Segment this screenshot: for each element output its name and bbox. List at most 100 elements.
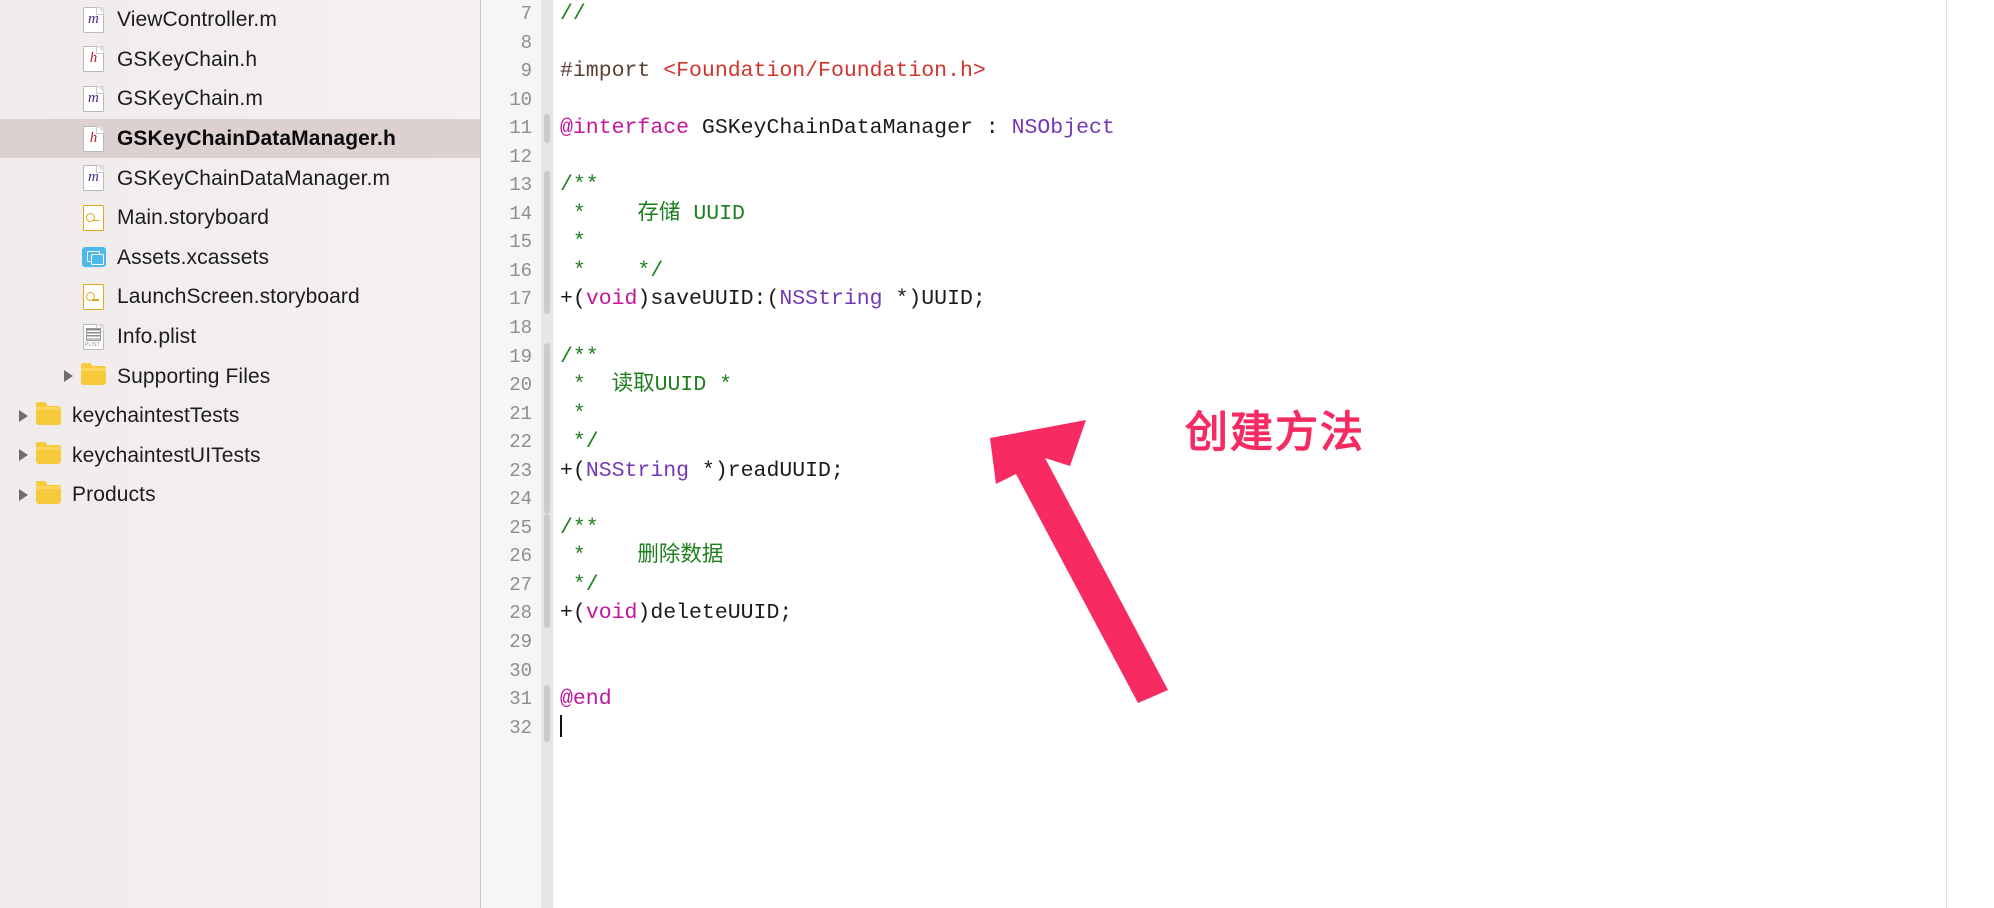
- code-token-string: <Foundation/Foundation.h>: [663, 59, 986, 84]
- code-token-comment: */: [560, 430, 599, 455]
- code-token-comment: /**: [560, 515, 599, 540]
- navigator-item-gskeychain-h[interactable]: h GSKeyChain.h: [0, 40, 481, 80]
- gutter-change-bar: [544, 171, 550, 315]
- folder-glyph: [81, 362, 106, 386]
- code-line[interactable]: /**: [560, 171, 1994, 200]
- code-line[interactable]: @interface GSKeyChainDataManager : NSObj…: [560, 114, 1994, 143]
- code-line[interactable]: /**: [560, 343, 1994, 372]
- code-token-plain: GSKeyChainDataManager :: [689, 116, 1012, 141]
- navigator-item-keychaintestuitests[interactable]: keychaintestUITests: [0, 436, 481, 476]
- code-line[interactable]: #import <Foundation/Foundation.h>: [560, 57, 1994, 86]
- code-token-comment: * 存储 UUID: [560, 201, 745, 226]
- navigator-item-info-plist[interactable]: PLIST Info.plist: [0, 317, 481, 357]
- line-number: 11: [509, 117, 532, 140]
- storyboard-glyph: [86, 289, 99, 303]
- file-type-letter: h: [89, 129, 98, 146]
- code-line[interactable]: *: [560, 400, 1994, 429]
- code-token-plain: +(: [560, 458, 586, 483]
- code-line[interactable]: * 删除数据: [560, 542, 1994, 571]
- navigator-item-gskeychaindatamanager-h[interactable]: h GSKeyChainDataManager.h: [0, 118, 481, 159]
- code-line[interactable]: +(void)saveUUID:(NSString *)UUID;: [560, 285, 1994, 314]
- folder-icon: [36, 480, 61, 510]
- disclosure-triangle-icon[interactable]: [10, 449, 36, 462]
- xcode-window: m ViewController.m h GSKeyChain.h m GSKeyChai…: [0, 0, 1994, 908]
- code-line[interactable]: [560, 143, 1994, 172]
- code-line[interactable]: [560, 628, 1994, 657]
- navigator-item-label: LaunchScreen.storyboard: [117, 285, 360, 309]
- navigator-item-label: GSKeyChainDataManager.m: [117, 166, 391, 190]
- code-token-kw: void: [585, 601, 638, 626]
- code-line[interactable]: [560, 657, 1994, 686]
- folder-icon: [36, 440, 61, 470]
- file-type-letter: m: [88, 10, 99, 27]
- code-token-type: NSObject: [1011, 116, 1115, 141]
- code-token-plain: *)UUID;: [882, 287, 986, 312]
- storyboard-icon: [81, 203, 106, 233]
- code-line[interactable]: [560, 29, 1994, 58]
- code-line[interactable]: [560, 714, 1994, 743]
- line-number: 21: [509, 402, 532, 425]
- code-token-kw: @end: [560, 687, 612, 712]
- line-number: 16: [509, 259, 532, 282]
- code-line[interactable]: * 存储 UUID: [560, 200, 1994, 229]
- file-h-icon: h: [81, 124, 106, 154]
- navigator-item-keychaintesttests[interactable]: keychaintestTests: [0, 396, 481, 436]
- folder-glyph: [36, 402, 61, 425]
- code-token-comment: /**: [560, 173, 599, 198]
- navigator-item-gskeychain-m[interactable]: m GSKeyChain.m: [0, 79, 481, 119]
- gutter-change-bar: [544, 114, 550, 143]
- code-line[interactable]: */: [560, 571, 1994, 600]
- code-token-comment: *: [560, 401, 586, 426]
- file-m-icon: m: [81, 84, 106, 114]
- code-line[interactable]: * 读取UUID *: [560, 371, 1994, 400]
- line-number: 24: [509, 488, 532, 511]
- code-line[interactable]: //: [560, 0, 1994, 29]
- disclosure-triangle-icon[interactable]: [10, 488, 36, 501]
- navigator-item-gskeychaindatamanager-m[interactable]: m GSKeyChainDataManager.m: [0, 158, 481, 198]
- navigator-item-label: ViewController.m: [117, 8, 277, 32]
- code-line[interactable]: +(void)deleteUUID;: [560, 599, 1994, 628]
- file-type-letter: m: [88, 169, 99, 186]
- code-token-pre: #import: [560, 59, 664, 84]
- navigator-item-label: Supporting Files: [117, 364, 271, 388]
- line-number: 29: [509, 631, 532, 654]
- code-line[interactable]: */: [560, 428, 1994, 457]
- line-number: 20: [509, 374, 532, 397]
- code-line[interactable]: [560, 485, 1994, 514]
- navigator-item-launchscreen-storyboard[interactable]: LaunchScreen.storyboard: [0, 277, 481, 317]
- source-code[interactable]: // #import <Foundation/Foundation.h> @inte…: [553, 0, 1994, 742]
- navigator-item-products[interactable]: Products: [0, 475, 481, 515]
- navigator-item-label: Main.storyboard: [117, 206, 270, 230]
- line-number: 9: [520, 60, 532, 83]
- code-line[interactable]: @end: [560, 685, 1994, 714]
- code-token-comment: * */: [560, 258, 664, 283]
- navigator-item-assets-xcassets[interactable]: Assets.xcassets: [0, 238, 481, 278]
- source-editor[interactable]: // #import <Foundation/Foundation.h> @inte…: [553, 0, 1994, 908]
- line-number: 23: [509, 459, 532, 482]
- xcassets-glyph: [82, 247, 106, 268]
- line-number: 22: [509, 431, 532, 454]
- code-line[interactable]: * */: [560, 257, 1994, 286]
- navigator-item-supporting-files[interactable]: Supporting Files: [0, 356, 481, 396]
- code-token-comment: /**: [560, 344, 599, 369]
- disclosure-triangle-icon[interactable]: [10, 409, 36, 422]
- line-number: 25: [509, 516, 532, 539]
- line-number: 7: [520, 3, 532, 25]
- code-line[interactable]: [560, 314, 1994, 343]
- code-line[interactable]: /**: [560, 514, 1994, 543]
- code-token-plain: )deleteUUID;: [637, 601, 793, 626]
- gutter-change-bar: [544, 685, 550, 743]
- line-number-gutter: 7 8 9 10 11 12 13 14 15 16 17 18 19 20 21 22 23 24 25 26 27 2…: [481, 0, 541, 908]
- plist-lines-glyph: [86, 327, 101, 341]
- code-token-comment: *: [560, 230, 586, 255]
- code-line[interactable]: [560, 86, 1994, 115]
- project-navigator-list[interactable]: m ViewController.m h GSKeyChain.h m GSKeyChai…: [0, 0, 481, 515]
- project-navigator[interactable]: m ViewController.m h GSKeyChain.h m GSKeyChai…: [0, 0, 481, 908]
- navigator-item-label: GSKeyChain.h: [117, 47, 258, 71]
- disclosure-triangle-icon[interactable]: [55, 370, 81, 383]
- code-line[interactable]: *: [560, 228, 1994, 257]
- navigator-item-main-storyboard[interactable]: Main.storyboard: [0, 198, 481, 238]
- navigator-item-viewcontroller-m[interactable]: m ViewController.m: [0, 0, 481, 40]
- code-line[interactable]: +(NSString *)readUUID;: [560, 457, 1994, 486]
- line-number: 27: [509, 573, 532, 596]
